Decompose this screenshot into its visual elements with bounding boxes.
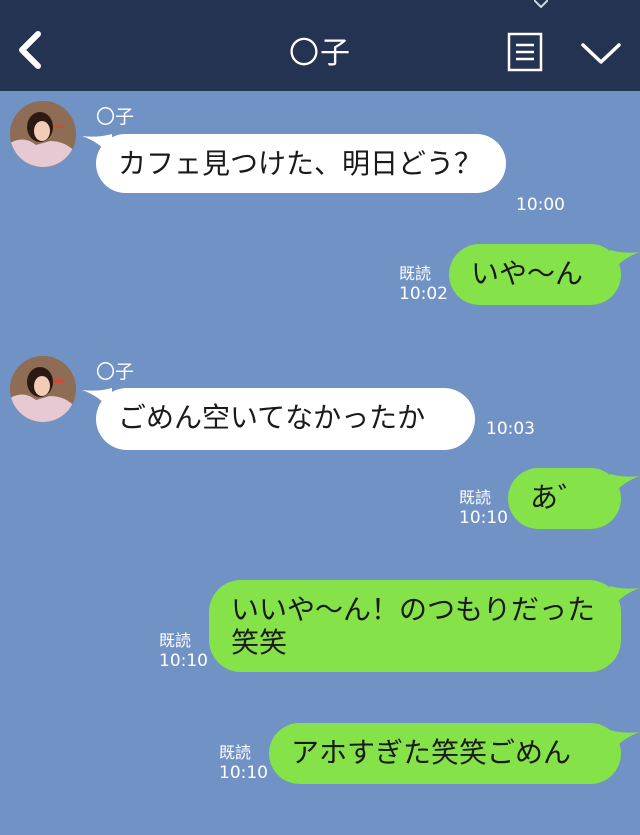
message-bubble-outgoing[interactable]: いいや〜ん！のつもりだった笑笑 [209,580,621,672]
chevron-down-icon [581,43,621,64]
message-bubble-outgoing[interactable]: アホすぎた笑笑ごめん [269,723,621,784]
avatar[interactable] [10,101,76,167]
message-time: 10:00 [516,195,565,215]
message-bubble-incoming[interactable]: ごめん空いてなかったか [96,388,475,450]
chat-title: 〇子 [289,36,351,71]
menu-button[interactable] [507,32,543,72]
chat-header: 〇子 [0,0,640,91]
message-time: 10:10 [219,763,268,783]
read-receipt: 既読 [159,631,192,650]
message-bubble-incoming[interactable]: カフェ見つけた、明日どう？ [96,134,506,193]
message-time: 10:10 [159,651,208,671]
profile-photo-icon [10,101,76,167]
message-meta: 既読 10:10 [459,488,508,528]
sender-name: 〇子 [96,361,135,383]
read-receipt: 既読 [219,743,252,762]
message-bubble-outgoing[interactable]: あ゛ [508,468,621,529]
message-time: 10:03 [486,419,535,439]
message-meta: 既読 10:10 [219,743,268,783]
avatar[interactable] [10,356,76,422]
read-receipt: 既読 [459,488,492,507]
sender-name: 〇子 [96,106,135,128]
list-icon [507,32,543,72]
message-bubble-outgoing[interactable]: いや〜ん [449,244,621,305]
message-time: 10:10 [459,508,508,528]
message-meta: 既読 10:02 [399,264,448,304]
expand-button[interactable] [580,40,622,68]
read-receipt: 既読 [399,264,432,283]
message-time: 10:02 [399,284,448,304]
message-meta: 既読 10:10 [159,631,208,671]
profile-photo-icon [10,356,76,422]
status-notch-icon [534,0,548,8]
